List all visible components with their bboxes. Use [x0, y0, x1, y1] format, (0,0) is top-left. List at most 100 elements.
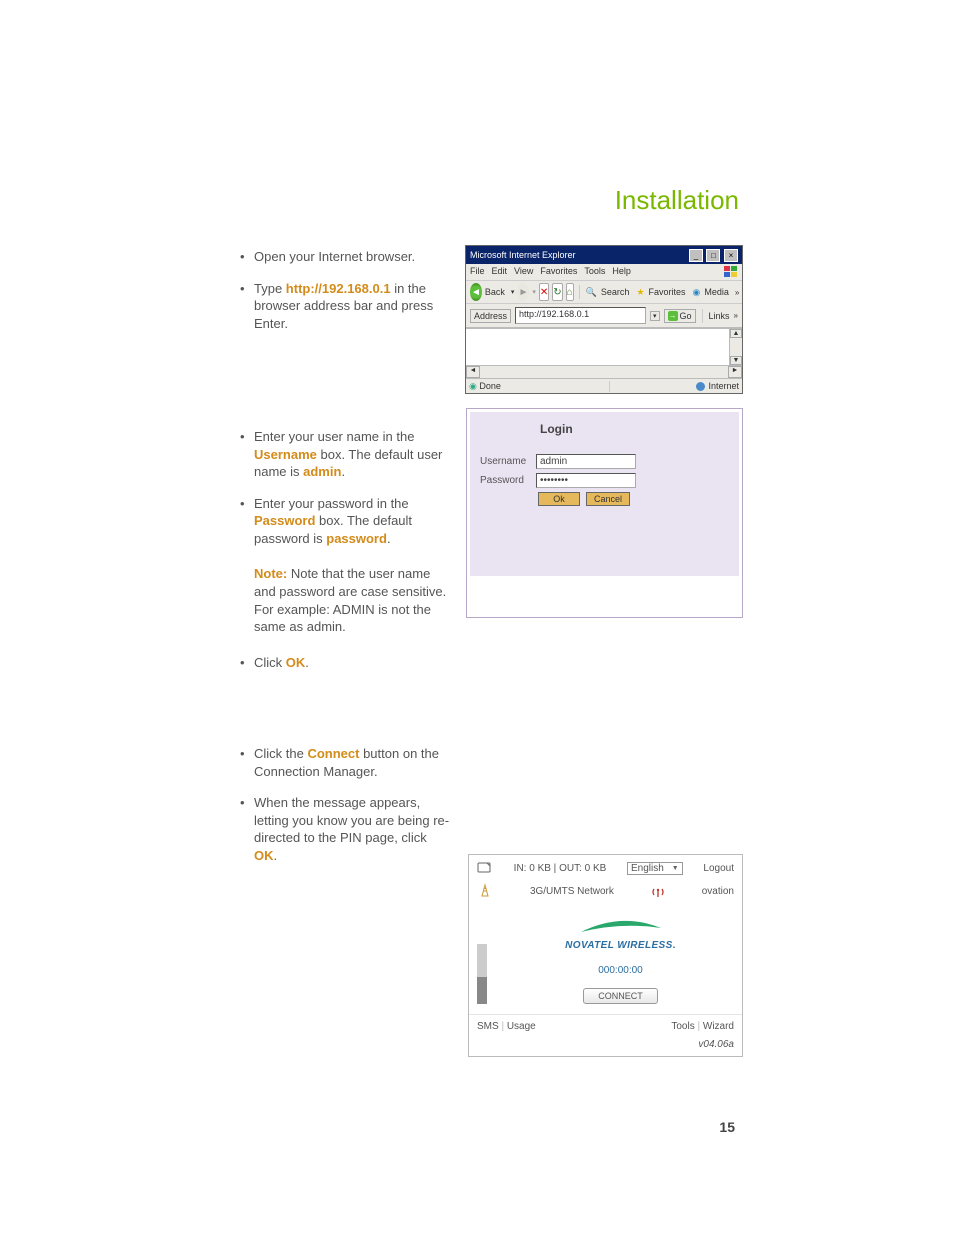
forward-icon[interactable]: ► — [517, 283, 529, 301]
horizontal-scrollbar[interactable]: ◄ ► — [466, 365, 742, 378]
menu-favorites[interactable]: Favorites — [540, 266, 577, 278]
logout-link[interactable]: Logout — [703, 863, 734, 874]
cancel-button[interactable]: Cancel — [586, 492, 630, 506]
stop-icon[interactable]: ✕ — [539, 283, 549, 301]
refresh-icon[interactable]: ↻ — [552, 283, 562, 301]
address-dropdown-icon[interactable]: ▾ — [650, 311, 660, 321]
username-default: admin — [303, 464, 341, 479]
media-label[interactable]: Media — [704, 287, 729, 297]
minimize-icon[interactable]: _ — [689, 249, 703, 262]
wizard-link[interactable]: Wizard — [703, 1021, 734, 1032]
status-done-icon: ◉ — [469, 381, 477, 391]
text: Click the — [254, 746, 307, 761]
address-label: Address — [470, 309, 511, 323]
username-input[interactable]: admin — [536, 454, 636, 469]
go-button[interactable]: → Go — [664, 309, 696, 323]
internet-zone-text: Internet — [708, 381, 739, 391]
step-open-browser: Open your Internet browser. — [240, 248, 450, 266]
go-arrow-icon: → — [668, 311, 678, 321]
toolbar-chevrons-icon[interactable]: » — [735, 288, 739, 297]
tower-icon — [477, 883, 493, 900]
step-enter-password: Enter your password in the Password box.… — [240, 495, 450, 548]
separator: | — [695, 1021, 703, 1032]
search-label[interactable]: Search — [601, 287, 630, 297]
close-icon[interactable]: × — [724, 249, 738, 262]
connect-keyword: Connect — [307, 746, 359, 761]
instruction-column: Open your Internet browser. Type http://… — [240, 248, 450, 878]
brand-name: NOVATEL WIRELESS. — [499, 940, 742, 951]
note-label: Note: — [254, 566, 287, 581]
links-label[interactable]: Links — [709, 311, 730, 321]
step-click-ok: Click OK. — [240, 654, 450, 672]
favorites-icon[interactable]: ★ — [635, 283, 645, 301]
maximize-icon[interactable]: □ — [706, 249, 720, 262]
tools-link[interactable]: Tools — [671, 1021, 694, 1032]
language-select[interactable]: English ▼ — [627, 862, 683, 875]
window-controls: _ □ × — [688, 249, 738, 262]
go-label: Go — [680, 311, 692, 321]
browser-window: Microsoft Internet Explorer _ □ × File E… — [465, 245, 743, 394]
url-highlight: http://192.168.0.1 — [286, 281, 391, 296]
browser-title-text: Microsoft Internet Explorer — [470, 250, 576, 260]
sim-icon — [477, 860, 493, 877]
login-window: Login Username admin Password •••••••• O… — [466, 408, 743, 618]
scroll-right-icon[interactable]: ► — [728, 366, 742, 378]
home-icon[interactable]: ⌂ — [566, 283, 574, 301]
text: Type — [254, 281, 286, 296]
back-label[interactable]: Back — [485, 287, 505, 297]
password-default: password — [326, 531, 387, 546]
ok-keyword-2: OK — [254, 848, 274, 863]
search-icon[interactable]: 🔍 — [585, 283, 598, 301]
brand-swoosh-icon — [576, 918, 666, 936]
text: Enter your user name in the — [254, 429, 414, 444]
chevron-down-icon: ▼ — [672, 865, 679, 872]
menu-file[interactable]: File — [470, 266, 485, 278]
text: . — [387, 531, 391, 546]
username-keyword: Username — [254, 447, 317, 462]
username-label: Username — [480, 456, 530, 467]
address-bar: Address http://192.168.0.1 ▾ → Go Links … — [466, 304, 742, 328]
back-dropdown-icon[interactable]: ▾ — [511, 288, 515, 296]
media-icon[interactable]: ◉ — [692, 283, 702, 301]
favorites-label[interactable]: Favorites — [649, 287, 686, 297]
scroll-left-icon[interactable]: ◄ — [466, 366, 480, 378]
step-click-connect: Click the Connect button on the Connecti… — [240, 745, 450, 780]
text: . — [305, 655, 309, 670]
version-label: v04.06a — [469, 1036, 742, 1056]
status-bar: ◉ Done Internet — [466, 378, 742, 393]
password-keyword: Password — [254, 513, 315, 528]
connect-button[interactable]: CONNECT — [583, 988, 658, 1004]
browser-titlebar: Microsoft Internet Explorer _ □ × — [466, 246, 742, 264]
note-block: Note: Note that the user name and passwo… — [240, 565, 450, 635]
menu-tools[interactable]: Tools — [584, 266, 605, 278]
back-icon[interactable]: ◄ — [470, 283, 482, 301]
browser-viewport — [466, 328, 742, 365]
forward-dropdown-icon[interactable]: ▾ — [532, 288, 536, 296]
password-input[interactable]: •••••••• — [536, 473, 636, 488]
menu-edit[interactable]: Edit — [492, 266, 508, 278]
page-header: Installation — [615, 185, 739, 216]
username-row: Username admin — [480, 454, 729, 469]
links-chevrons-icon[interactable]: » — [734, 311, 738, 320]
login-title: Login — [480, 422, 729, 436]
windows-logo-icon — [724, 266, 738, 278]
page-number: 15 — [719, 1119, 735, 1135]
ok-button[interactable]: Ok — [538, 492, 580, 506]
password-label: Password — [480, 475, 530, 486]
antenna-icon — [651, 886, 665, 898]
connection-manager: IN: 0 KB | OUT: 0 KB English ▼ Logout 3G… — [468, 854, 743, 1057]
internet-zone-icon — [696, 382, 705, 391]
text: Open your Internet browser. — [254, 249, 415, 264]
sms-link[interactable]: SMS — [477, 1021, 499, 1032]
network-name: 3G/UMTS Network — [530, 886, 614, 897]
password-row: Password •••••••• — [480, 473, 729, 488]
step-pin-redirect: When the message appears, letting you kn… — [240, 794, 450, 864]
menu-help[interactable]: Help — [612, 266, 631, 278]
usage-link[interactable]: Usage — [507, 1021, 536, 1032]
step-type-url: Type http://192.168.0.1 in the browser a… — [240, 280, 450, 333]
language-value: English — [631, 863, 664, 874]
address-input[interactable]: http://192.168.0.1 — [515, 307, 646, 324]
menu-view[interactable]: View — [514, 266, 533, 278]
vertical-scrollbar[interactable] — [729, 329, 742, 365]
data-stats: IN: 0 KB | OUT: 0 KB — [514, 863, 607, 874]
